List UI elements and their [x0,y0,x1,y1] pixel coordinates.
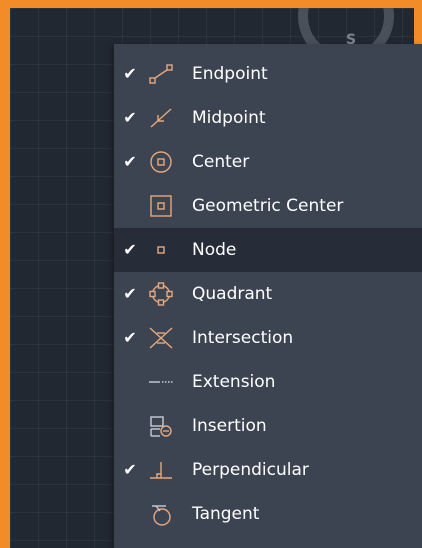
menu-item-label: Intersection [192,328,294,348]
menu-item-intersection[interactable]: ✔ Intersection [114,316,422,360]
check-mark-icon: ✔ [123,152,137,171]
perpendicular-icon [148,458,174,482]
quadrant-icon [148,282,174,306]
check-mark-icon: ✔ [123,240,137,259]
menu-item-endpoint[interactable]: ✔ Endpoint [114,52,422,96]
object-snap-menu: ✔ Endpoint ✔ Midpoint ✔ Center Geometric… [114,44,422,548]
check-mark-icon: ✔ [123,108,137,127]
menu-item-label: Tangent [192,504,260,524]
extension-icon [148,370,174,394]
menu-item-insertion[interactable]: Insertion [114,404,422,448]
check-mark-icon: ✔ [123,460,137,479]
check-mark-icon: ✔ [123,64,137,83]
center-icon [148,150,174,174]
menu-item-label: Node [192,240,237,260]
insertion-icon [148,414,174,438]
menu-item-label: Geometric Center [192,196,344,216]
menu-item-midpoint[interactable]: ✔ Midpoint [114,96,422,140]
menu-item-geometric-center[interactable]: Geometric Center [114,184,422,228]
menu-item-extension[interactable]: Extension [114,360,422,404]
menu-item-center[interactable]: ✔ Center [114,140,422,184]
menu-item-perpendicular[interactable]: ✔ Perpendicular [114,448,422,492]
menu-item-node[interactable]: ✔ Node [114,228,422,272]
menu-item-label: Quadrant [192,284,273,304]
intersection-icon [148,326,174,350]
tangent-icon [148,502,174,526]
endpoint-icon [148,62,174,86]
check-mark-icon: ✔ [123,328,137,347]
menu-item-label: Center [192,152,250,172]
menu-item-label: Endpoint [192,64,268,84]
midpoint-icon [148,106,174,130]
check-mark-icon: ✔ [123,284,137,303]
menu-item-label: Perpendicular [192,460,309,480]
menu-item-label: Midpoint [192,108,266,128]
menu-item-label: Insertion [192,416,267,436]
menu-item-tangent[interactable]: Tangent [114,492,422,536]
menu-item-label: Extension [192,372,276,392]
menu-item-quadrant[interactable]: ✔ Quadrant [114,272,422,316]
geometric-center-icon [148,194,174,218]
node-icon [148,238,174,262]
